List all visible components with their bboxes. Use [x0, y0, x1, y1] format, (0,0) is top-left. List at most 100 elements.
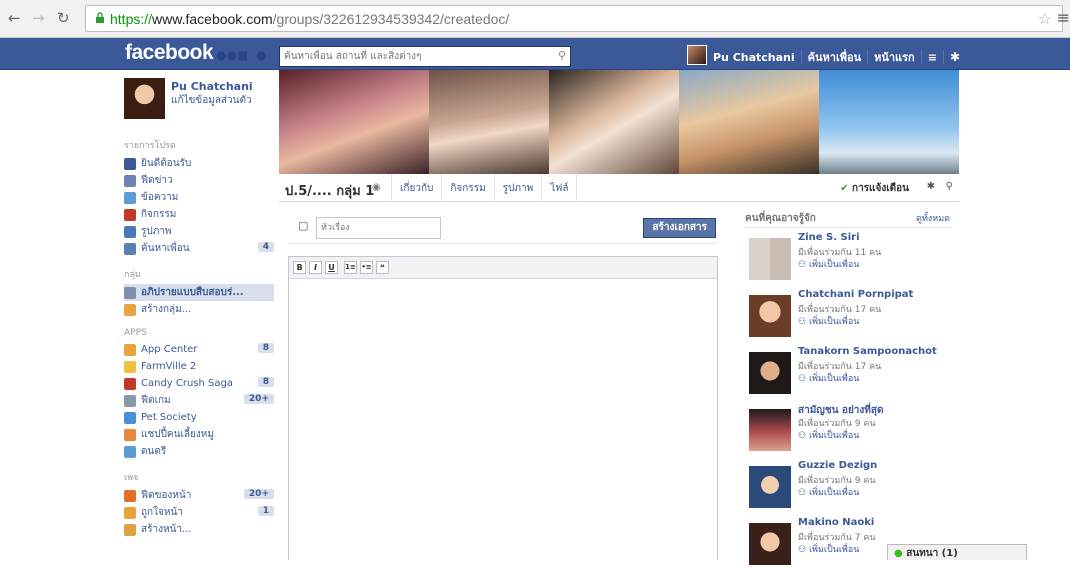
add-friend-link[interactable]: ⚇ เพิ่มเป็นเพื่อน — [798, 542, 859, 556]
person-photo[interactable] — [749, 238, 791, 280]
group-search-icon[interactable]: ⚲ — [946, 181, 953, 192]
tab-files[interactable]: ไฟล์ — [541, 174, 578, 202]
add-friend-link[interactable]: ⚇ เพิ่มเป็นเพื่อน — [798, 485, 859, 499]
group-settings-gear-icon[interactable]: ✱ — [927, 181, 935, 192]
photos-icon — [124, 225, 136, 238]
person-photo[interactable] — [749, 352, 791, 394]
pages-item[interactable]: ถูกใจหน้า 1 — [124, 504, 274, 521]
user-name-link[interactable]: Pu Chatchani — [713, 51, 795, 64]
favorites-item[interactable]: ยินดีต้อนรับ — [124, 155, 274, 172]
friend-requests-icon[interactable]: ●● — [216, 48, 237, 62]
see-all-link[interactable]: ดูทั้งหมด — [916, 211, 950, 225]
apps-item[interactable]: FarmVille 2 — [124, 358, 274, 375]
apps-item[interactable]: Pet Society — [124, 409, 274, 426]
add-friend-label: เพิ่มเป็นเพื่อน — [808, 545, 860, 555]
messages-jewel-icon[interactable]: ■ — [237, 48, 248, 62]
url-host: www.facebook.com — [152, 11, 273, 27]
favorites-list: ยินดีต้อนรับฟีดข่าว ข้อความ กิจกรรมรูปภาพค… — [124, 155, 274, 257]
tab-photos[interactable]: รูปภาพ — [493, 174, 542, 202]
privacy-shortcuts-icon[interactable]: ≡ — [928, 51, 937, 64]
count-badge: 8 — [257, 377, 274, 387]
facebook-logo[interactable]: facebook — [125, 41, 214, 65]
doc-title-input[interactable] — [316, 217, 441, 239]
person-name-link[interactable]: Zine S. Siri — [798, 232, 860, 243]
home-link[interactable]: หน้าแรก — [874, 48, 915, 66]
find-friends-link[interactable]: ค้นหาเพื่อน — [808, 48, 861, 66]
doc-editor[interactable]: B I U 1≡ •≡ ❝ — [288, 256, 718, 560]
address-bar[interactable]: https://www.facebook.com/groups/32261293… — [85, 5, 1063, 32]
apps-item[interactable]: App Center 8 — [124, 341, 274, 358]
user-avatar[interactable] — [686, 45, 707, 65]
suggested-person: Guzzie Dezign มีเพื่อนร่วมกัน 9 คน ⚇ เพิ่ม… — [749, 460, 949, 510]
group-header: ป.5/.... กลุ่ม 1 ◉ เกี่ยวกับ กิจกรรม รูป… — [279, 174, 959, 202]
person-name-link[interactable]: Guzzie Dezign — [798, 460, 877, 471]
numbered-list-button[interactable]: 1≡ — [344, 261, 357, 274]
add-friend-link[interactable]: ⚇ เพิ่มเป็นเพื่อน — [798, 314, 859, 328]
group-icon — [124, 286, 136, 299]
chat-tab[interactable]: ● สนทนา (1) — [887, 544, 1027, 560]
favorites-item-label: ยินดีต้อนรับ — [141, 158, 192, 169]
cover-photo-5 — [819, 70, 959, 174]
person-photo[interactable] — [749, 466, 791, 508]
profile-name-link[interactable]: Pu Chatchani — [171, 80, 253, 93]
apps-list: App Center 8 FarmVille 2 Candy Crush Saga 8 ฟ… — [124, 341, 274, 460]
person-photo[interactable] — [749, 409, 791, 451]
person-name-link[interactable]: Chatchani Pornpipat — [798, 289, 913, 300]
apps-item[interactable]: ดนตรี — [124, 443, 274, 460]
apps-item[interactable]: ฟีดเกม 20+ — [124, 392, 274, 409]
edit-profile-link[interactable]: แก้ไขข้อมูลส่วนตัว — [171, 93, 253, 108]
profile-photo[interactable] — [124, 78, 165, 119]
bookmark-star-icon[interactable]: ☆ — [1038, 9, 1052, 28]
bold-button[interactable]: B — [293, 261, 306, 274]
url-protocol: https:// — [110, 11, 153, 27]
settings-gear-icon[interactable]: ✱ — [950, 50, 960, 64]
notifications-globe-icon[interactable]: ● — [256, 48, 266, 62]
quote-button[interactable]: ❝ — [376, 261, 389, 274]
search-icon[interactable]: ⚲ — [558, 49, 566, 62]
reload-icon[interactable]: ↻ — [57, 9, 70, 27]
favorites-item-label: รูปภาพ — [141, 226, 172, 237]
italic-button[interactable]: I — [309, 261, 322, 274]
forward-arrow-icon[interactable]: → — [32, 9, 45, 27]
group-cover-photo[interactable] — [279, 70, 959, 174]
group-name[interactable]: ป.5/.... กลุ่ม 1 — [285, 180, 374, 201]
add-friend-icon: ⚇ — [798, 431, 807, 441]
add-friend-icon: ⚇ — [798, 374, 807, 384]
groups-item[interactable]: อภิปรายแบบสืบสอบร่... — [124, 284, 274, 301]
person-name-link[interactable]: Tanakorn Sampoonachot — [798, 346, 937, 357]
bulleted-list-button[interactable]: •≡ — [360, 261, 373, 274]
checkmark-icon: ✔ — [840, 183, 849, 194]
notifications-button[interactable]: ✔ การแจ้งเตือน — [840, 181, 909, 196]
browser-toolbar: ← → ↻ https://www.facebook.com/groups/32… — [0, 0, 1070, 38]
suggested-person: Chatchani Pornpipat มีเพื่อนร่วมกัน 17 คน… — [749, 289, 949, 339]
person-photo[interactable] — [749, 523, 791, 565]
person-name-link[interactable]: Makino Naoki — [798, 517, 874, 528]
favorites-item[interactable]: กิจกรรม — [124, 206, 274, 223]
add-friend-link[interactable]: ⚇ เพิ่มเป็นเพื่อน — [798, 428, 859, 442]
apps-item[interactable]: แชปปี้คนเลี้ยงหมู — [124, 426, 274, 443]
favorites-item[interactable]: ค้นหาเพื่อน 4 — [124, 240, 274, 257]
find-friends-icon — [124, 242, 136, 255]
favorites-item[interactable]: ฟีดข่าว — [124, 172, 274, 189]
notifications-label: การแจ้งเตือน — [852, 183, 909, 194]
favorites-item-label: ค้นหาเพื่อน — [141, 243, 190, 254]
apps-item[interactable]: Candy Crush Saga 8 — [124, 375, 274, 392]
pages-item[interactable]: ฟีดของหน้า 20+ — [124, 487, 274, 504]
like-pages-icon — [124, 506, 136, 519]
groups-item[interactable]: สร้างกลุ่ม... — [124, 301, 274, 318]
favorites-item[interactable]: ข้อความ — [124, 189, 274, 206]
add-friend-link[interactable]: ⚇ เพิ่มเป็นเพื่อน — [798, 371, 859, 385]
browser-menu-icon[interactable]: ≡ — [1057, 8, 1070, 27]
profile-block: Pu Chatchani แก้ไขข้อมูลส่วนตัว — [124, 78, 274, 128]
underline-button[interactable]: U — [325, 261, 338, 274]
add-friend-link[interactable]: ⚇ เพิ่มเป็นเพื่อน — [798, 257, 859, 271]
person-photo[interactable] — [749, 295, 791, 337]
add-friend-icon: ⚇ — [798, 545, 807, 555]
search-input[interactable] — [280, 47, 540, 66]
tab-events[interactable]: กิจกรรม — [441, 174, 493, 202]
favorites-item[interactable]: รูปภาพ — [124, 223, 274, 240]
tab-about[interactable]: เกี่ยวกับ — [391, 174, 441, 202]
create-doc-button[interactable]: สร้างเอกสาร — [643, 218, 716, 238]
back-arrow-icon[interactable]: ← — [8, 9, 21, 27]
pages-item[interactable]: สร้างหน้า... — [124, 521, 274, 538]
